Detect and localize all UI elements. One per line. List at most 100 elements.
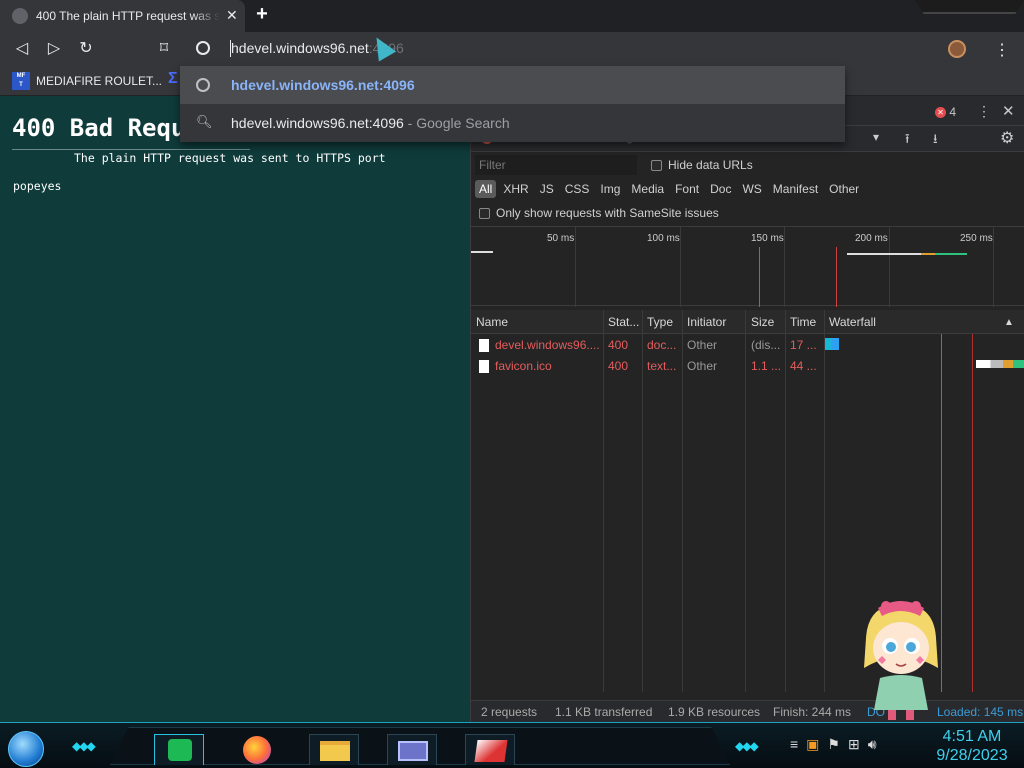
spotify-icon: [168, 739, 192, 761]
bookmark-mediafire[interactable]: MF T MEDIAFIRE ROULET...: [12, 71, 162, 91]
request-name: devel.windows96....: [495, 338, 599, 352]
error-counter[interactable]: ✕ 4: [935, 105, 956, 119]
filter-font[interactable]: Font: [671, 180, 703, 198]
request-status: 400: [608, 359, 629, 373]
filter-ws[interactable]: WS: [738, 180, 765, 198]
col-status[interactable]: Stat...: [608, 315, 639, 329]
back-icon[interactable]: ◁: [12, 39, 32, 59]
timeline-overview[interactable]: 50 ms 100 ms 150 ms 200 ms 250 ms: [471, 226, 1024, 307]
network-icon[interactable]: ⊞: [848, 736, 860, 753]
checkbox-icon: [479, 207, 490, 219]
divider: [12, 149, 250, 150]
filter-img[interactable]: Img: [596, 180, 624, 198]
address-bar[interactable]: hdevel.windows96.net:4096: [180, 32, 845, 66]
filter-manifest[interactable]: Manifest: [769, 180, 822, 198]
request-bar: [471, 251, 493, 253]
suggestion-text: hdevel.windows96.net:4096 - Google Searc…: [231, 115, 510, 131]
browser-tab[interactable]: 400 The plain HTTP request was sent to H…: [0, 0, 245, 32]
window-icon: [398, 741, 428, 761]
site-info-icon[interactable]: [196, 41, 210, 55]
mediafire-icon: MF T: [12, 72, 30, 90]
suggestion-url[interactable]: hdevel.windows96.net:4096: [180, 66, 845, 104]
throttle-dropdown-icon[interactable]: ▾: [873, 130, 879, 144]
request-time: 44 ...: [790, 359, 817, 373]
forward-icon[interactable]: ▷: [44, 39, 64, 59]
import-har-icon[interactable]: ⭱: [905, 130, 910, 152]
filter-js[interactable]: JS: [536, 180, 558, 198]
col-type[interactable]: Type: [647, 315, 673, 329]
request-size: 1.1 ...: [751, 359, 782, 373]
profile-avatar[interactable]: [948, 40, 966, 58]
close-devtools-icon[interactable]: ✕: [1002, 102, 1015, 120]
tick-label: 250 ms: [960, 233, 993, 244]
export-har-icon[interactable]: ⭳: [933, 130, 938, 152]
filter-all[interactable]: All: [475, 180, 497, 198]
suggestion-search[interactable]: 🔍︎ hdevel.windows96.net:4096 - Google Se…: [180, 104, 845, 142]
col-initiator[interactable]: Initiator: [687, 315, 726, 329]
col-name[interactable]: Name: [476, 315, 508, 329]
search-icon: 🔍︎: [196, 114, 213, 129]
request-bar: [935, 253, 967, 255]
file-explorer-app[interactable]: [309, 734, 359, 765]
request-type: doc...: [647, 338, 677, 352]
firefox-icon: [243, 736, 271, 764]
hide-data-urls-checkbox[interactable]: Hide data URLs: [651, 158, 753, 172]
monitor-icon: [474, 740, 508, 762]
screen-app[interactable]: [465, 734, 515, 765]
clock-time: 4:51 AM: [942, 728, 1002, 745]
tick-label: 200 ms: [855, 233, 888, 244]
bookmark-icon[interactable]: ⌑: [154, 39, 174, 59]
filter-media[interactable]: Media: [627, 180, 668, 198]
server-signature: popeyes: [13, 179, 62, 193]
app-tray-icon[interactable]: ▣: [806, 736, 819, 753]
system-tray: ≡ ▣ ⚑ ⊞ 🔊︎: [790, 736, 877, 753]
stripes-icon[interactable]: ≡: [790, 736, 798, 753]
window-frame-decoration: [915, 0, 1024, 14]
col-waterfall[interactable]: Waterfall: [829, 315, 876, 329]
window-app[interactable]: [387, 734, 437, 765]
col-time[interactable]: Time: [790, 315, 816, 329]
samesite-checkbox[interactable]: Only show requests with SameSite issues: [479, 206, 719, 220]
new-tab-button[interactable]: +: [252, 4, 272, 25]
reload-icon[interactable]: ↻: [76, 39, 96, 59]
screen: 400 The plain HTTP request was sent to H…: [0, 0, 1024, 768]
col-size[interactable]: Size: [751, 315, 774, 329]
filter-other[interactable]: Other: [825, 180, 863, 198]
summary-requests: 2 requests: [481, 705, 538, 719]
devtools-menu-icon[interactable]: ⋮: [977, 103, 991, 120]
start-button[interactable]: [8, 731, 44, 767]
request-type: text...: [647, 359, 677, 373]
filter-doc[interactable]: Doc: [706, 180, 735, 198]
flag-icon[interactable]: ⚑: [827, 736, 840, 753]
firefox-app[interactable]: [231, 734, 281, 765]
suggestion-text: hdevel.windows96.net:4096: [231, 77, 415, 93]
gridline: [575, 227, 576, 307]
request-name: favicon.ico: [495, 359, 552, 373]
volume-icon[interactable]: 🔊︎: [868, 736, 877, 753]
globe-icon: [196, 78, 210, 92]
table-row[interactable]: favicon.ico 400 text... Other 1.1 ... 44…: [471, 356, 825, 377]
page-content: 400 Bad Request The plain HTTP request w…: [0, 96, 470, 722]
clock[interactable]: 4:51 AM 9/28/2023: [926, 727, 1018, 765]
browser-menu-icon[interactable]: ⋮: [994, 40, 1010, 60]
filter-xhr[interactable]: XHR: [499, 180, 532, 198]
spotify-app[interactable]: [154, 734, 204, 765]
waterfall-bar: [976, 360, 1024, 368]
desktop-mascot-character: [864, 601, 938, 720]
load-line: [972, 334, 973, 692]
gear-icon[interactable]: ⚙: [1000, 128, 1014, 148]
sort-arrow-icon[interactable]: ▲: [1004, 317, 1014, 328]
load-marker: [836, 247, 837, 307]
sigma-bookmark-icon[interactable]: Σ: [168, 70, 178, 88]
taskbar: ◆◆◆ ◆◆◆ ≡ ▣ ⚑ ⊞ 🔊︎ 4:51 AM 9/28/2023: [0, 722, 1024, 768]
chevron-decoration-icon: ◆◆◆: [735, 739, 759, 753]
bookmark-label: MEDIAFIRE ROULET...: [36, 74, 163, 88]
filter-css[interactable]: CSS: [561, 180, 594, 198]
folder-icon: [320, 741, 350, 761]
error-icon: ✕: [935, 107, 946, 119]
filter-input[interactable]: Filter: [475, 155, 637, 175]
close-tab-icon[interactable]: ✕: [226, 7, 238, 24]
error-message: The plain HTTP request was sent to HTTPS…: [74, 151, 386, 165]
gridline: [889, 227, 890, 307]
table-row[interactable]: devel.windows96.... 400 doc... Other (di…: [471, 335, 825, 356]
